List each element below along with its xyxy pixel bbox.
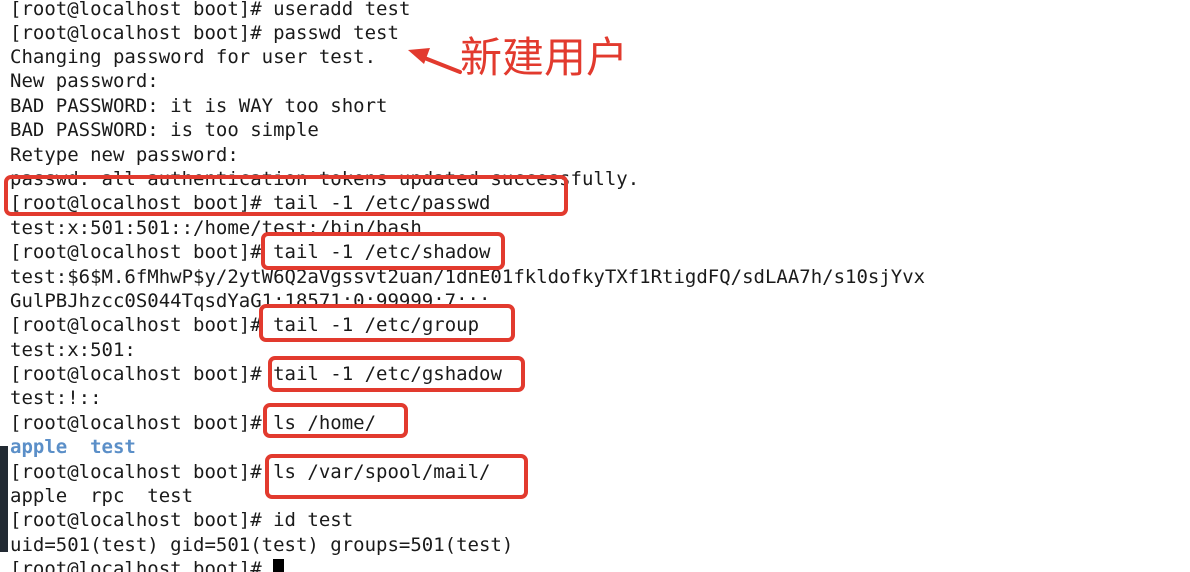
highlight-box-group (259, 304, 515, 342)
highlight-box-home (263, 403, 408, 438)
annotation-arrow-icon (408, 48, 462, 74)
highlight-box-passwd (4, 175, 568, 216)
annotation-label: 新建用户 (460, 33, 629, 82)
highlight-box-mail (265, 454, 528, 499)
highlight-box-shadow (261, 232, 505, 270)
highlight-box-gshadow (268, 356, 525, 392)
